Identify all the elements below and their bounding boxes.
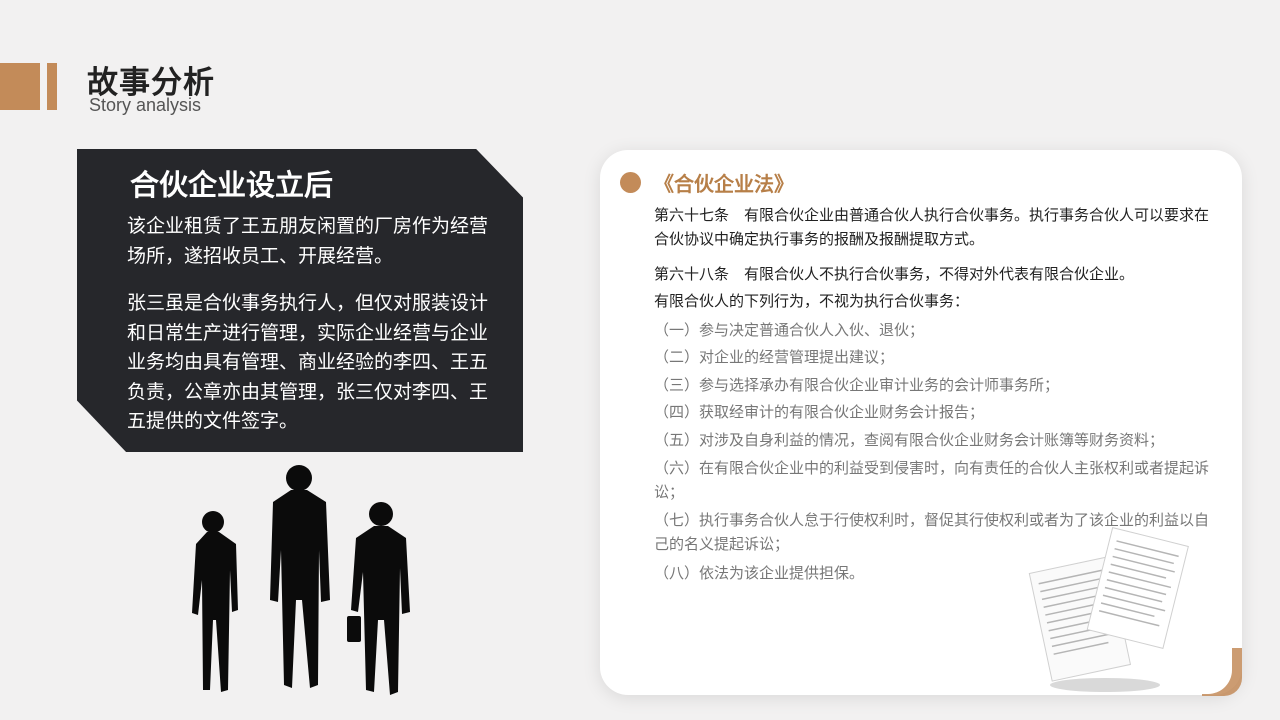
law-item: （一）参与决定普通合伙人入伙、退伙； <box>654 321 925 339</box>
law-item: （二）对企业的经营管理提出建议； <box>654 348 895 366</box>
law-item: （三）参与选择承办有限合伙企业审计业务的会计师事务所； <box>654 376 1060 394</box>
law-title: 《合伙企业法》 <box>654 172 794 196</box>
article-67: 第六十七条 有限合伙企业由普通合伙人执行合伙事务。执行事务合伙人可以要求在合伙协… <box>654 206 1210 248</box>
law-item: （六）在有限合伙企业中的利益受到侵害时，向有责任的合伙人主张权利或者提起诉讼； <box>654 459 1210 501</box>
story-paragraph-2: 张三虽是合伙事务执行人，但仅对服装设计和日常生产进行管理，实际企业经营与企业业务… <box>127 292 489 432</box>
people-silhouette-icon <box>192 465 410 695</box>
story-card: 合伙企业设立后 该企业租赁了王五朋友闲置的厂房作为经营场所，遂招收员工、开展经营… <box>77 149 523 452</box>
story-heading: 合伙企业设立后 <box>130 168 334 202</box>
documents-icon <box>1028 526 1189 692</box>
story-paragraph-1: 该企业租赁了王五朋友闲置的厂房作为经营场所，遂招收员工、开展经营。 <box>127 215 489 267</box>
header-accent-bar <box>47 63 57 110</box>
article-68-intro: 有限合伙人的下列行为，不视为执行合伙事务： <box>654 292 970 310</box>
law-item: （四）获取经审计的有限合伙企业财务会计报告； <box>654 403 985 421</box>
article-68: 第六十八条 有限合伙人不执行合伙事务，不得对外代表有限合伙企业。 <box>654 265 1135 283</box>
header-accent-block <box>0 63 40 110</box>
law-item: （五）对涉及自身利益的情况，查阅有限合伙企业财务会计账簿等财务资料； <box>654 431 1165 449</box>
page-subtitle: Story analysis <box>89 95 202 115</box>
law-title-dot-icon <box>620 172 641 193</box>
